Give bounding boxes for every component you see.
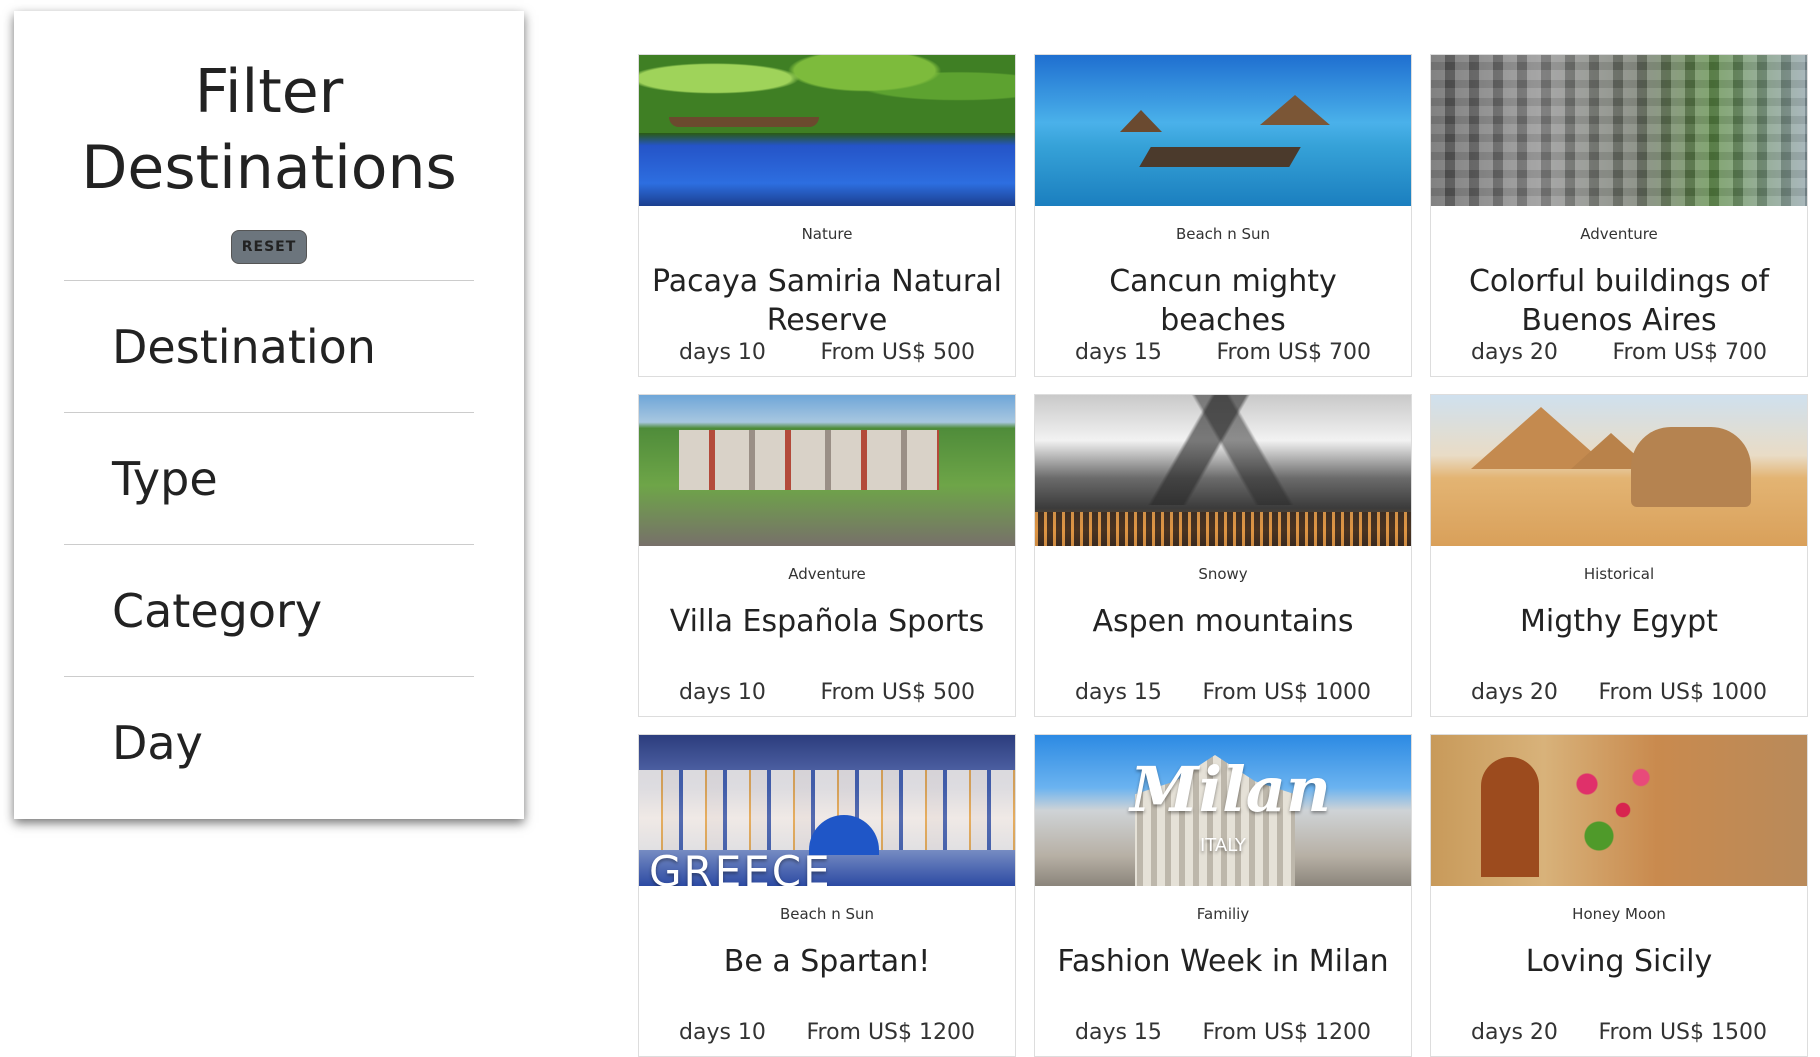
card-type: Adventure xyxy=(1580,225,1658,243)
destination-card[interactable]: Nature Pacaya Samiria Natural Reserve da… xyxy=(638,54,1016,377)
city-aerial-image xyxy=(1431,55,1807,206)
destination-card[interactable]: Adventure Villa Española Sports days 10 … xyxy=(638,394,1016,717)
card-price: From US$ 1500 xyxy=(1598,1020,1767,1045)
card-title: Pacaya Samiria Natural Reserve xyxy=(652,264,1002,338)
card-title: Aspen mountains xyxy=(1092,604,1354,639)
villa-aerial-image xyxy=(639,395,1015,546)
card-title: Fashion Week in Milan xyxy=(1057,944,1389,979)
destination-card[interactable]: Honey Moon Loving Sicily days 20 From US… xyxy=(1430,734,1808,1057)
milan-cathedral-image: Milan ITALY xyxy=(1035,735,1411,886)
destination-card[interactable]: Beach n Sun Cancun mighty beaches days 1… xyxy=(1034,54,1412,377)
filter-section-category[interactable]: Category xyxy=(64,545,474,677)
beach-pier-image xyxy=(1035,55,1411,206)
card-price: From US$ 500 xyxy=(820,340,975,365)
filter-title-line1: Filter xyxy=(194,57,344,127)
card-type: Familiy xyxy=(1196,905,1250,923)
destination-cards-grid: Nature Pacaya Samiria Natural Reserve da… xyxy=(638,54,1816,1057)
card-type: Beach n Sun xyxy=(1175,225,1271,243)
card-days: days 20 xyxy=(1471,340,1558,365)
milan-overlay-text: Milan xyxy=(1130,753,1331,826)
card-price: From US$ 700 xyxy=(1216,340,1371,365)
destination-card[interactable]: Milan ITALY Familiy Fashion Week in Mila… xyxy=(1034,734,1412,1057)
card-price: From US$ 1000 xyxy=(1202,680,1371,705)
card-title: Be a Spartan! xyxy=(723,944,931,979)
milan-overlay-subtext: ITALY xyxy=(1200,835,1246,856)
card-title: Migthy Egypt xyxy=(1520,604,1718,639)
filter-title: Filter Destinations xyxy=(64,54,474,206)
card-price: From US$ 1200 xyxy=(1202,1020,1371,1045)
card-type: Nature xyxy=(801,225,853,243)
destination-card[interactable]: GREECE Beach n Sun Be a Spartan! days 10… xyxy=(638,734,1016,1057)
card-days: days 10 xyxy=(679,680,766,705)
card-type: Snowy xyxy=(1198,565,1248,583)
filter-section-destination[interactable]: Destination xyxy=(64,281,474,413)
card-price: From US$ 500 xyxy=(820,680,975,705)
card-days: days 20 xyxy=(1471,1020,1558,1045)
card-title: Colorful buildings of Buenos Aires xyxy=(1468,264,1769,338)
card-price: From US$ 700 xyxy=(1612,340,1767,365)
card-type: Honey Moon xyxy=(1572,905,1666,923)
card-title: Villa Española Sports xyxy=(669,604,985,639)
sicily-street-image xyxy=(1431,735,1807,886)
filter-panel: Filter Destinations RESET Destination Ty… xyxy=(14,11,524,819)
card-days: days 20 xyxy=(1471,680,1558,705)
destination-card[interactable]: Adventure Colorful buildings of Buenos A… xyxy=(1430,54,1808,377)
card-price: From US$ 1000 xyxy=(1598,680,1767,705)
greece-island-image: GREECE xyxy=(639,735,1015,886)
destination-card[interactable]: Historical Migthy Egypt days 20 From US$… xyxy=(1430,394,1808,717)
filter-section-type[interactable]: Type xyxy=(64,413,474,545)
card-days: days 10 xyxy=(679,340,766,365)
reset-button[interactable]: RESET xyxy=(230,230,308,264)
filter-section-day[interactable]: Day xyxy=(64,677,474,809)
card-title: Cancun mighty beaches xyxy=(1109,264,1337,338)
card-days: days 15 xyxy=(1075,340,1162,365)
card-type: Historical xyxy=(1583,565,1655,583)
filter-title-line2: Destinations xyxy=(81,133,457,203)
reset-wrap: RESET xyxy=(64,230,474,264)
nature-river-image xyxy=(639,55,1015,206)
destination-card[interactable]: Snowy Aspen mountains days 15 From US$ 1… xyxy=(1034,394,1412,717)
card-days: days 10 xyxy=(679,1020,766,1045)
card-days: days 15 xyxy=(1075,680,1162,705)
pyramids-sphinx-image xyxy=(1431,395,1807,546)
card-days: days 15 xyxy=(1075,1020,1162,1045)
card-type: Beach n Sun xyxy=(779,905,875,923)
card-title: Loving Sicily xyxy=(1525,944,1713,979)
card-price: From US$ 1200 xyxy=(806,1020,975,1045)
greece-overlay-text: GREECE xyxy=(649,847,832,886)
snowy-mountains-image xyxy=(1035,395,1411,546)
card-type: Adventure xyxy=(788,565,866,583)
